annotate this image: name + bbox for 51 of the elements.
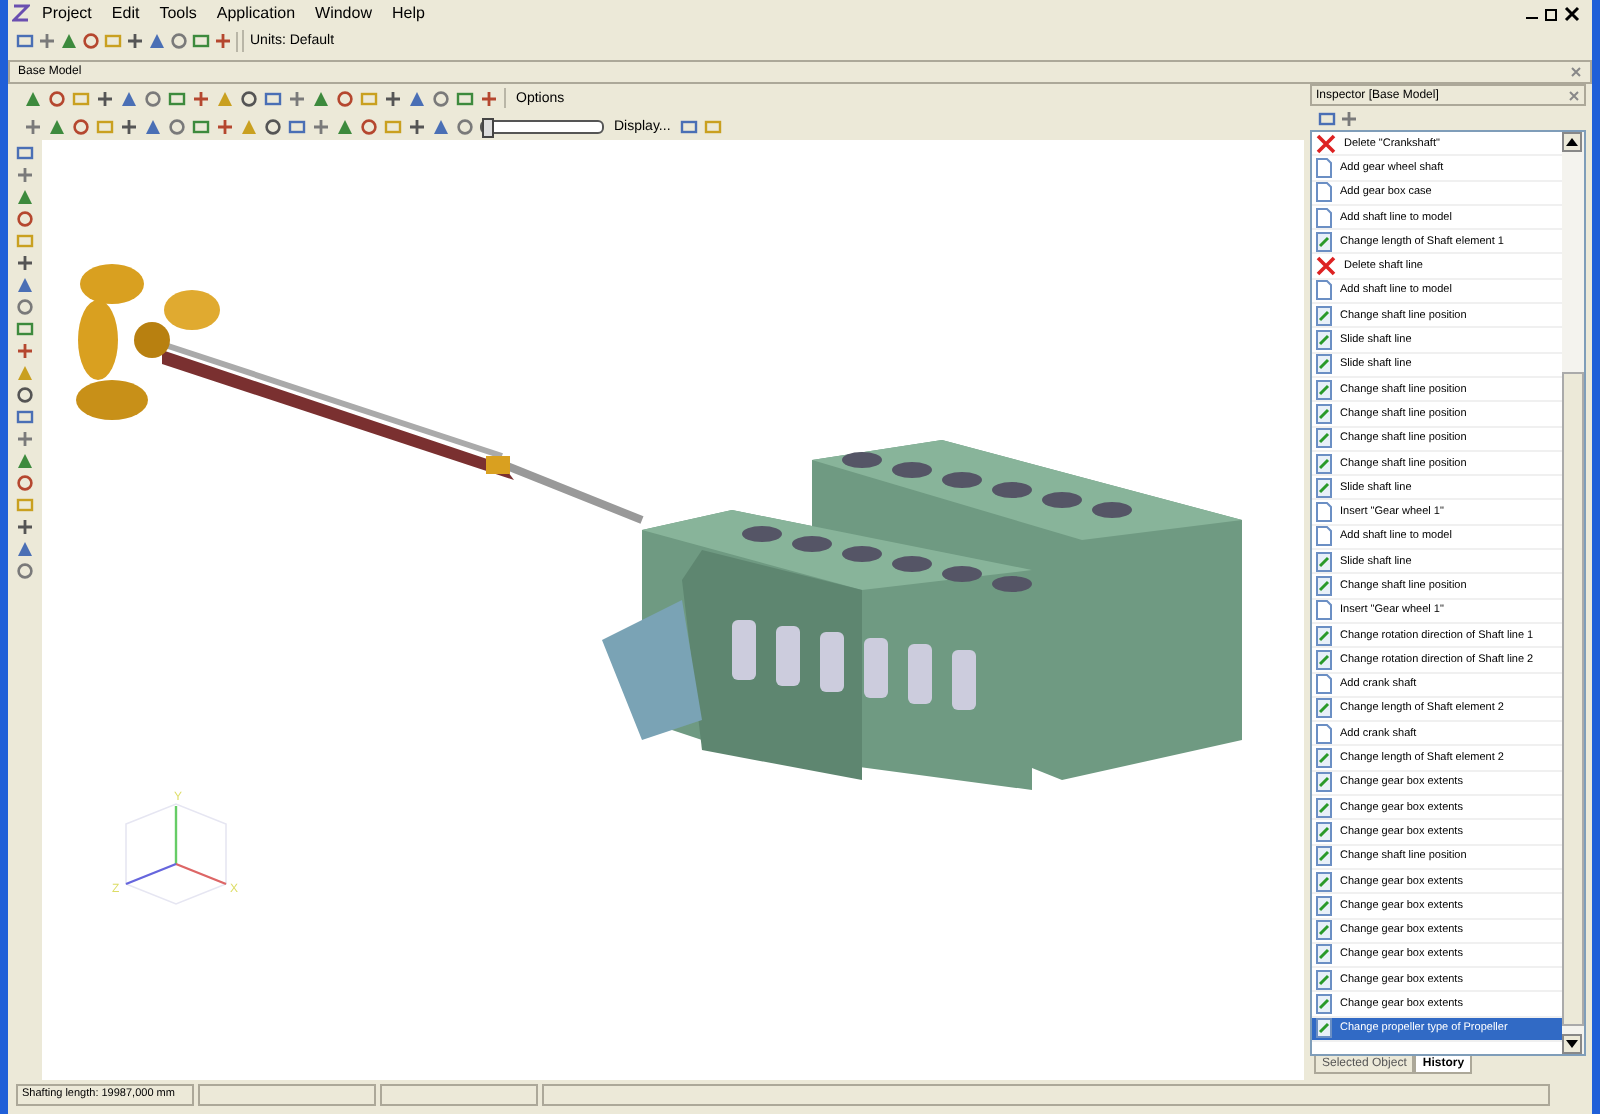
document-icon xyxy=(1316,674,1332,695)
edit-document-icon xyxy=(1316,625,1332,646)
scrollbar-thumb[interactable] xyxy=(1562,372,1584,1026)
scroll-up-button[interactable] xyxy=(1562,132,1582,152)
document-icon xyxy=(1316,526,1332,547)
edit-document-icon xyxy=(1316,821,1332,842)
document-icon xyxy=(1316,502,1332,523)
edit-document-icon xyxy=(1316,994,1332,1015)
edit-document-icon xyxy=(1316,354,1332,375)
document-icon xyxy=(1316,157,1332,178)
edit-document-icon xyxy=(1316,797,1332,818)
edit-document-icon xyxy=(1316,477,1332,498)
document-icon xyxy=(1316,723,1332,744)
scroll-down-button[interactable] xyxy=(1562,1034,1582,1054)
edit-document-icon xyxy=(1316,698,1332,719)
document-icon xyxy=(1316,600,1332,621)
edit-document-icon xyxy=(1316,575,1332,596)
edit-document-icon xyxy=(1316,403,1332,424)
edit-document-icon xyxy=(1316,649,1332,670)
menu-item[interactable]: Edit xyxy=(103,4,148,22)
menu-item[interactable]: Window xyxy=(307,4,380,22)
slider-thumb[interactable] xyxy=(482,117,494,137)
edit-document-icon xyxy=(1316,772,1332,793)
edit-document-icon xyxy=(1316,428,1332,449)
up-arrow-icon xyxy=(1566,138,1578,146)
document-icon xyxy=(1316,280,1332,301)
edit-document-icon xyxy=(1316,748,1332,769)
menu-item[interactable]: Tools xyxy=(151,4,205,22)
close-icon[interactable] xyxy=(1564,5,1580,21)
edit-document-icon xyxy=(1316,944,1332,965)
zoom-slider[interactable] xyxy=(480,119,604,133)
edit-document-icon xyxy=(1316,871,1332,892)
edit-document-icon xyxy=(1316,231,1332,252)
edit-document-icon xyxy=(1316,920,1332,941)
edit-document-icon xyxy=(1316,551,1332,572)
edit-document-icon xyxy=(1316,969,1332,990)
edit-document-icon xyxy=(1316,379,1332,400)
edit-document-icon xyxy=(1316,330,1332,351)
edit-document-icon xyxy=(1316,895,1332,916)
edit-document-icon xyxy=(1316,305,1332,326)
menu-item[interactable]: Project xyxy=(34,4,100,22)
down-arrow-icon xyxy=(1566,1040,1578,1048)
app-logo-icon xyxy=(12,4,30,22)
menu-item[interactable]: Help xyxy=(383,4,433,22)
restore-icon[interactable] xyxy=(1544,5,1560,21)
menu-item[interactable]: Application xyxy=(208,4,304,22)
document-icon xyxy=(1316,182,1332,203)
edit-document-icon xyxy=(1316,1018,1332,1039)
edit-document-icon xyxy=(1316,846,1332,867)
edit-document-icon xyxy=(1316,453,1332,473)
document-icon xyxy=(1316,207,1332,228)
